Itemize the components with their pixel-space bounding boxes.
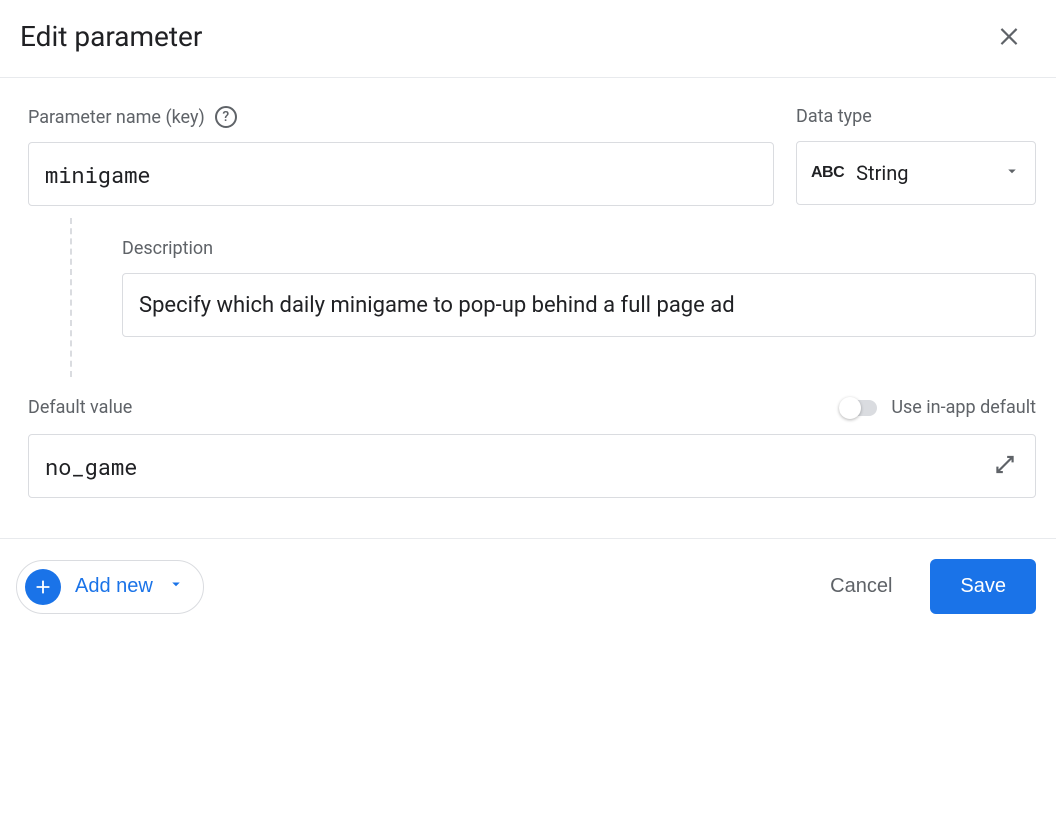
parameter-name-label: Parameter name (key) ?	[28, 106, 774, 128]
description-input[interactable]	[122, 273, 1036, 337]
dialog-title: Edit parameter	[20, 20, 992, 53]
description-label: Description	[122, 238, 1036, 259]
data-type-label: Data type	[796, 106, 1036, 127]
parameter-name-label-text: Parameter name (key)	[28, 107, 205, 128]
parameter-name-field: Parameter name (key) ?	[28, 106, 774, 206]
tree-connector	[28, 218, 72, 377]
data-type-select[interactable]: ABC String	[796, 141, 1036, 205]
add-new-button[interactable]: Add new	[16, 560, 204, 614]
expand-button[interactable]	[988, 448, 1022, 485]
dialog-header: Edit parameter	[0, 0, 1056, 78]
description-section: Description	[28, 218, 1036, 377]
dialog-body: Parameter name (key) ? Data type ABC Str…	[0, 78, 1056, 538]
caret-down-icon	[167, 575, 185, 599]
plus-icon	[25, 569, 61, 605]
default-value-section: Default value Use in-app default	[28, 397, 1036, 498]
default-value-input-wrap	[28, 434, 1036, 498]
use-in-app-default-label: Use in-app default	[891, 397, 1036, 418]
help-icon[interactable]: ?	[215, 106, 237, 128]
close-button[interactable]	[992, 18, 1026, 55]
save-button[interactable]: Save	[930, 559, 1036, 614]
description-inner: Description	[72, 218, 1036, 377]
cancel-button[interactable]: Cancel	[806, 561, 916, 612]
add-new-label: Add new	[75, 575, 153, 598]
parameter-name-input[interactable]	[28, 142, 774, 206]
name-type-row: Parameter name (key) ? Data type ABC Str…	[28, 106, 1036, 206]
dialog-footer: Add new Cancel Save	[0, 538, 1056, 634]
data-type-field: Data type ABC String	[796, 106, 1036, 206]
default-value-header: Default value Use in-app default	[28, 397, 1036, 418]
use-in-app-default-toggle[interactable]	[839, 400, 877, 416]
default-value-input[interactable]	[28, 434, 1036, 498]
string-type-icon: ABC	[811, 164, 844, 182]
expand-icon	[992, 466, 1018, 481]
use-in-app-default-wrap: Use in-app default	[839, 397, 1036, 418]
data-type-selected: String	[856, 161, 991, 185]
caret-down-icon	[1003, 161, 1021, 185]
edit-parameter-dialog: Edit parameter Parameter name (key) ? Da…	[0, 0, 1056, 634]
default-value-label: Default value	[28, 397, 839, 418]
close-icon	[996, 36, 1022, 51]
